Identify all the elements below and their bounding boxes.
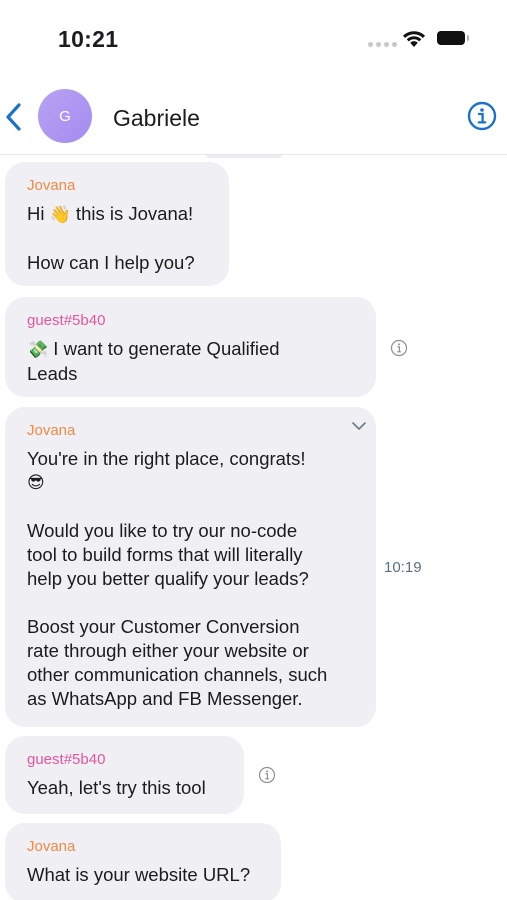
message-text: Hi 👋 this is Jovana! — [27, 203, 194, 225]
message-bubble-guest[interactable]: guest#5b40 Yeah, let's try this tool — [5, 736, 244, 814]
message-text: tool to build forms that will literally — [27, 544, 303, 565]
message-text: as WhatsApp and FB Messenger. — [27, 688, 303, 709]
cellular-signal-icon — [368, 42, 397, 47]
message-bubble-guest[interactable]: guest#5b40 💸 I want to generate Qualifie… — [5, 297, 376, 397]
message-text: Leads — [27, 363, 78, 384]
status-time: 10:21 — [58, 26, 119, 52]
status-bar: 10:21 — [0, 0, 507, 80]
message-info-icon[interactable] — [258, 766, 276, 784]
sender-name: Jovana — [27, 838, 76, 855]
message-text: What is your website URL? — [27, 864, 251, 885]
message-text: Boost your Customer Conversion — [27, 616, 300, 637]
sunglasses-emoji: 😎 — [27, 473, 45, 493]
message-text: Yeah, let's try this tool — [27, 777, 206, 798]
wifi-icon — [403, 31, 425, 47]
message-bubble-agent[interactable]: Jovana What is your website URL? — [5, 823, 281, 900]
money-emoji: 💸 — [27, 340, 49, 360]
message-text: You're in the right place, congrats! — [27, 448, 306, 469]
message-text: help you better qualify your leads? — [27, 568, 309, 589]
message-bubble-agent[interactable]: Jovana Hi 👋 this is Jovana! How can I he… — [5, 162, 229, 286]
avatar-initial: G — [59, 107, 71, 125]
sender-name: guest#5b40 — [27, 312, 106, 329]
avatar[interactable]: G — [38, 89, 92, 143]
message-info-icon[interactable] — [390, 339, 408, 357]
message-time: 10:19 — [384, 559, 422, 576]
info-circle-icon — [467, 101, 497, 131]
sender-name: Jovana — [27, 177, 76, 194]
previous-message-stub — [206, 155, 282, 158]
back-button[interactable] — [2, 100, 26, 134]
message-text: other communication channels, such — [27, 664, 328, 685]
chevron-down-icon[interactable] — [351, 421, 367, 431]
message-bubble-agent[interactable]: Jovana You're in the right place, congra… — [5, 407, 376, 727]
message-text: How can I help you? — [27, 252, 195, 273]
sender-name: guest#5b40 — [27, 751, 106, 768]
info-button[interactable] — [467, 101, 497, 131]
message-text: Would you like to try our no-code — [27, 520, 298, 541]
chat-header: G Gabriele — [0, 80, 507, 155]
waving-hand-emoji: 👋 — [49, 205, 71, 225]
contact-name[interactable]: Gabriele — [113, 105, 200, 132]
message-text: rate through either your website or — [27, 640, 309, 661]
chevron-left-icon — [6, 103, 21, 131]
battery-icon — [437, 31, 469, 45]
message-text: 💸 I want to generate Qualified — [27, 338, 280, 360]
message-list[interactable]: Jovana Hi 👋 this is Jovana! How can I he… — [0, 155, 507, 900]
sender-name: Jovana — [27, 422, 76, 439]
